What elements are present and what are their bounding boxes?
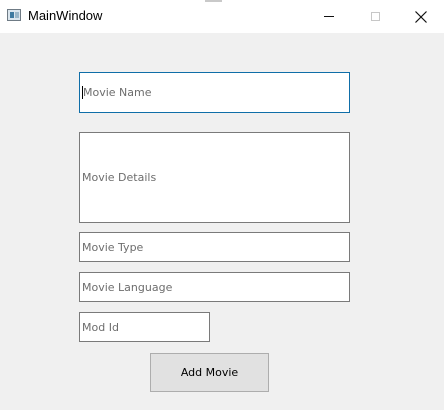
minimize-icon [324,16,334,17]
movie-name-placeholder: Movie Name [83,86,152,99]
close-button[interactable] [398,0,444,33]
mod-id-placeholder: Mod Id [82,320,119,334]
add-movie-button-label: Add Movie [180,366,239,379]
movie-details-placeholder: Movie Details [82,171,157,184]
minimize-button[interactable] [306,0,352,33]
movie-details-input[interactable]: Movie Details [79,132,350,223]
app-window-icon [7,9,21,21]
mod-id-input[interactable]: Mod Id [79,312,210,342]
maximize-button[interactable] [352,0,398,33]
movie-language-input[interactable]: Movie Language [79,272,350,302]
close-icon [415,10,427,23]
window-title: MainWindow [28,8,103,23]
movie-type-input[interactable]: Movie Type [79,232,350,262]
movie-type-placeholder: Movie Type [82,240,144,254]
movie-language-placeholder: Movie Language [82,280,173,294]
title-bar[interactable]: MainWindow [0,0,444,33]
add-movie-button[interactable]: Add Movie [150,353,269,392]
movie-name-input[interactable]: Movie Name [79,72,350,113]
maximize-icon [370,12,380,21]
title-bar-grip [205,0,222,2]
